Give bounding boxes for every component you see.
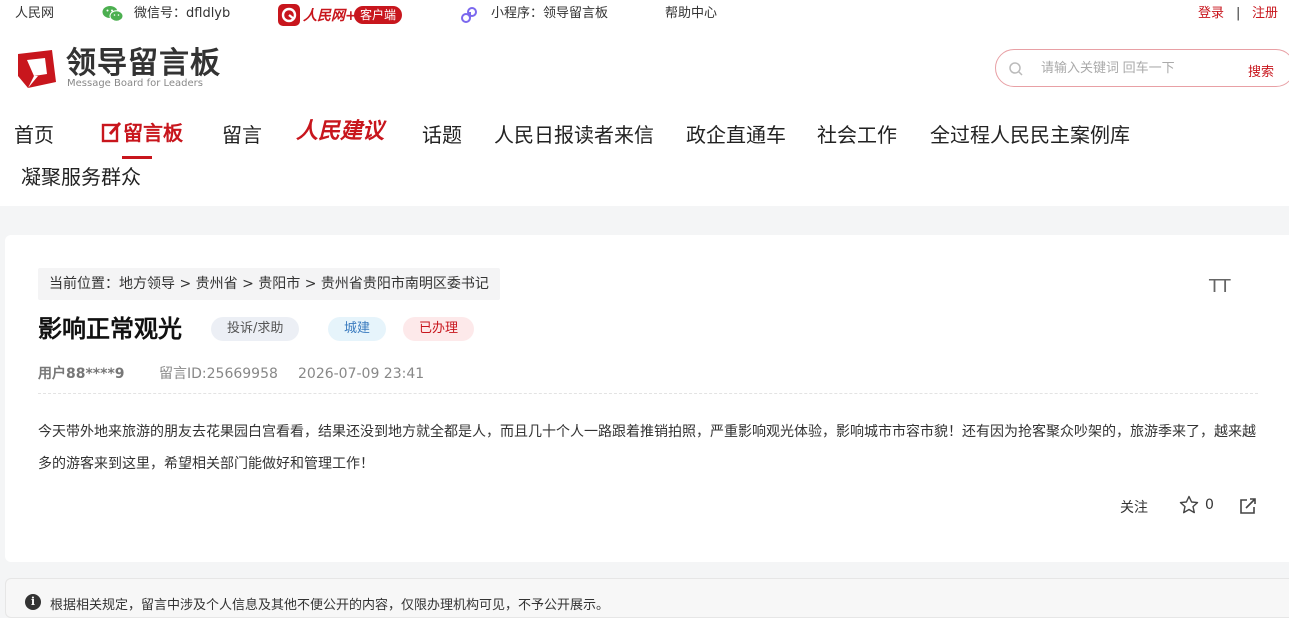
nav-item-social-work[interactable]: 社会工作 [817, 122, 897, 148]
nav-item-serve-masses[interactable]: 凝聚服务群众 [21, 164, 141, 190]
wechat-icon [102, 6, 124, 22]
domain-badge: 城建 [328, 317, 387, 341]
nav-item-readers-letters[interactable]: 人民日报读者来信 [494, 122, 654, 148]
logo-mark-icon [18, 50, 56, 88]
message-content: 今天带外地来旅游的朋友去花果园白宫看看，结果还没到地方就全都是人，而且几十个人一… [38, 424, 1256, 472]
nav-item-democracy-cases[interactable]: 全过程人民民主案例库 [930, 122, 1130, 148]
breadcrumb: 当前位置：地方领导 > 贵州省 > 贵阳市 > 贵州省贵阳市南明区委书记 [38, 268, 500, 300]
top-bar: 人民网 微信号：dfldlyb 人民网+ 客户端 小程序：领导留言板 帮助中心 … [0, 0, 1289, 30]
nav-item-topics[interactable]: 话题 [422, 122, 462, 148]
nav-item-enterprise[interactable]: 政企直通车 [686, 122, 786, 148]
share-icon[interactable] [1238, 496, 1258, 516]
category-badge: 投诉/求助 [211, 317, 300, 341]
login-separator: | [1236, 6, 1241, 21]
site-header: 人民网 微信号：dfldlyb 人民网+ 客户端 小程序：领导留言板 帮助中心 … [0, 0, 1289, 206]
status-badge: 已办理 [403, 317, 475, 341]
search-box: 搜索 [995, 49, 1289, 87]
app-logo-text: 人民网+ [303, 8, 357, 24]
miniprogram-icon [461, 7, 477, 23]
app-badge: 客户端 [354, 6, 403, 24]
info-icon: i [25, 594, 41, 610]
nav-item-message-board[interactable]: 留言板 [101, 120, 183, 146]
follow-button[interactable]: 关注 [1120, 497, 1148, 517]
renmin-app-icon [278, 4, 300, 26]
message-id: 留言ID:25669958 [159, 366, 278, 382]
miniprogram-label: 小程序：领导留言板 [491, 6, 609, 21]
nav-active-indicator [122, 156, 152, 159]
renmin-plus-app-logo[interactable]: 人民网+ 客户端 [278, 4, 404, 26]
star-count: 0 [1205, 497, 1214, 513]
search-icon [1009, 62, 1023, 76]
star-icon[interactable] [1179, 495, 1199, 515]
page-title: 影响正常观光 [38, 315, 182, 343]
site-link[interactable]: 人民网 [15, 6, 54, 22]
help-link[interactable]: 帮助中心 [665, 6, 717, 22]
font-size-icon[interactable]: TT [1209, 276, 1231, 297]
nav-item-message[interactable]: 留言 [222, 122, 262, 148]
nav-item-home[interactable]: 首页 [14, 122, 54, 148]
search-button[interactable]: 搜索 [1248, 61, 1274, 80]
post-datetime: 2026-07-09 23:41 [298, 366, 425, 382]
login-link[interactable]: 登录 [1198, 6, 1224, 22]
wechat-id: 微信号：dfldlyb [134, 6, 231, 21]
nav-item-label: 留言板 [123, 121, 183, 145]
nav-item-people-suggestion[interactable]: 人民建议 [296, 118, 384, 144]
divider [38, 393, 1258, 394]
edit-icon [101, 121, 122, 143]
notice-text: 根据相关规定，留言中涉及个人信息及其他不便公开的内容，仅限办理机构可见，不予公开… [50, 598, 610, 613]
privacy-notice: i 根据相关规定，留言中涉及个人信息及其他不便公开的内容，仅限办理机构可见，不予… [5, 578, 1289, 618]
register-link[interactable]: 注册 [1252, 6, 1278, 22]
logo-subtitle: Message Board for Leaders [67, 78, 204, 89]
search-input[interactable] [1039, 59, 1233, 76]
site-logo[interactable]: 领导留言板 Message Board for Leaders [14, 44, 234, 94]
author-name: 用户88****9 [38, 366, 125, 382]
